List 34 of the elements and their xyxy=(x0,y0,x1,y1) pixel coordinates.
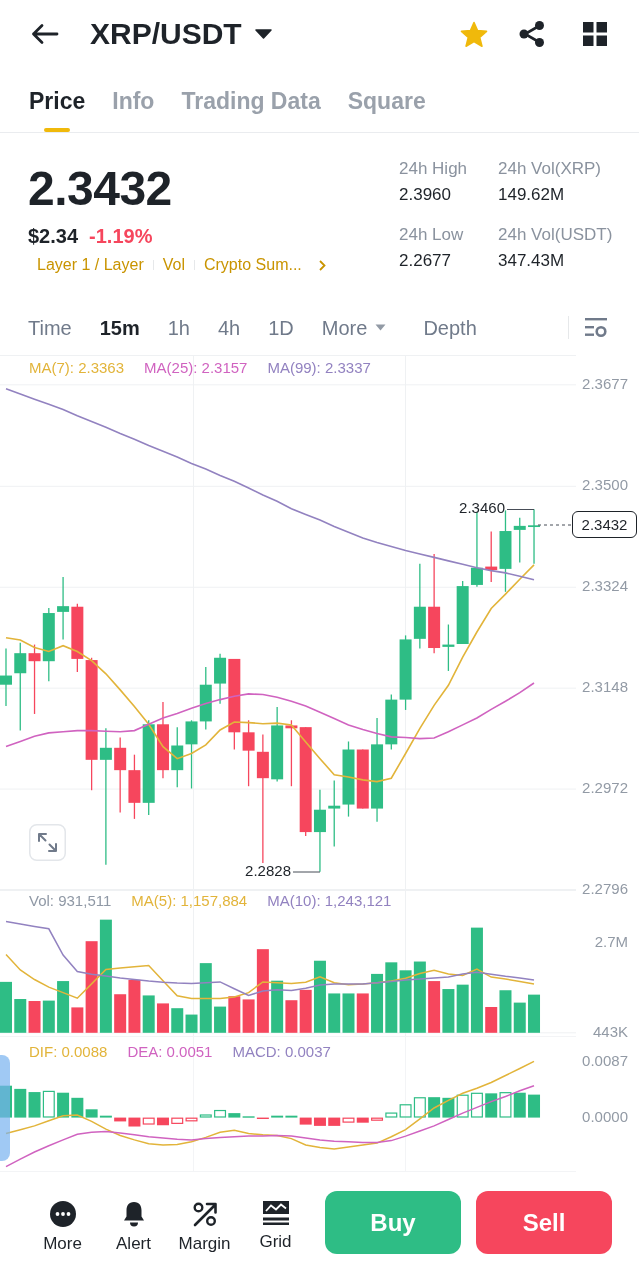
stat-value: 149.62M xyxy=(498,184,566,206)
axis-label: 2.7M xyxy=(594,932,628,950)
axis-label: 0.0000 xyxy=(582,1107,628,1125)
axis-label: 2.3500 xyxy=(582,476,628,494)
legend-label: Vol: 931,511 xyxy=(29,892,112,910)
stat-value: 347.43M xyxy=(498,250,566,272)
stat-value: 2.3960 xyxy=(399,184,452,206)
fiat-price: $2.34 xyxy=(28,224,79,248)
last-price: 2.3432 xyxy=(28,161,173,217)
stat-label: 24h Vol(USDT) xyxy=(498,224,613,246)
legend-label: MACD: 0.0037 xyxy=(232,1043,331,1061)
legend-label: MA(10): 1,243,121 xyxy=(267,892,392,910)
last-price-tag: 2.3432 xyxy=(572,511,637,538)
legend-label: MA(99): 2.3337 xyxy=(267,359,371,377)
legend-label: MA(7): 2.3363 xyxy=(29,359,125,377)
axis-label: 2.2972 xyxy=(582,779,628,797)
axis-label: 443K xyxy=(592,1022,628,1040)
legend-label: MA(5): 1,157,884 xyxy=(131,892,248,910)
pair-title: XRP/USDT xyxy=(90,16,242,52)
stat-label: 24h Low xyxy=(399,224,465,246)
price-change: -1.19% xyxy=(89,224,153,248)
axis-label: 2.3148 xyxy=(582,678,628,696)
legend-label: DEA: 0.0051 xyxy=(127,1043,213,1061)
axis-label: 2.3677 xyxy=(582,374,628,392)
legend-label: MA(25): 2.3157 xyxy=(144,359,248,377)
stat-label: 24h High xyxy=(399,158,469,180)
stat-value: 2.2677 xyxy=(399,250,452,272)
axis-label: 2.2796 xyxy=(582,879,628,897)
axis-label: 2.3324 xyxy=(582,577,628,595)
legend-label: DIF: 0.0088 xyxy=(29,1043,108,1061)
low-price-label: 2.2828 xyxy=(245,861,291,879)
high-price-label: 2.3460 xyxy=(459,498,505,516)
axis-label: 0.0087 xyxy=(582,1052,628,1070)
stat-label: 24h Vol(XRP) xyxy=(498,158,602,180)
